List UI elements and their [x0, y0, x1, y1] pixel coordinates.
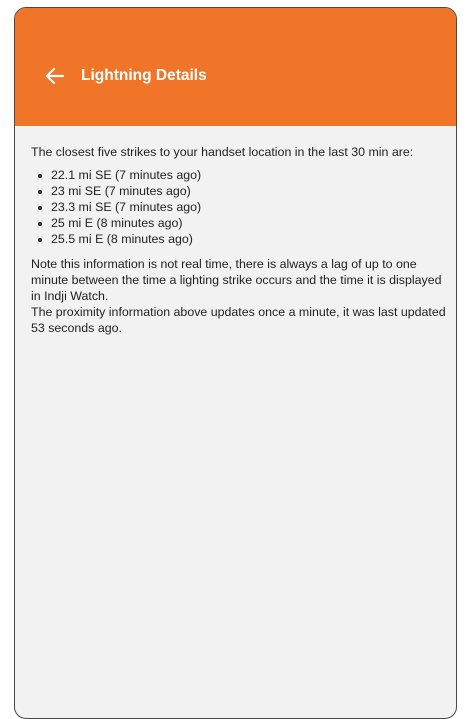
strike-item: 23 mi SE (7 minutes ago): [38, 183, 446, 199]
page-title: Lightning Details: [81, 67, 207, 84]
strike-item: 25.5 mi E (8 minutes ago): [38, 231, 446, 247]
note-block: Note this information is not real time, …: [31, 256, 446, 336]
arrow-left-icon: [45, 67, 65, 85]
strike-list: 22.1 mi SE (7 minutes ago) 23 mi SE (7 m…: [31, 167, 446, 247]
app-header: Lightning Details: [15, 8, 456, 126]
update-text: The proximity information above updates …: [31, 305, 446, 335]
strike-item: 25 mi E (8 minutes ago): [38, 215, 446, 231]
strike-item: 22.1 mi SE (7 minutes ago): [38, 167, 446, 183]
strike-item: 23.3 mi SE (7 minutes ago): [38, 199, 446, 215]
phone-frame: Lightning Details The closest five strik…: [14, 7, 457, 719]
intro-text: The closest five strikes to your handset…: [31, 145, 414, 159]
back-button[interactable]: [43, 64, 67, 88]
details-content: The closest five strikes to your handset…: [31, 144, 446, 336]
note-text: Note this information is not real time, …: [31, 257, 442, 303]
